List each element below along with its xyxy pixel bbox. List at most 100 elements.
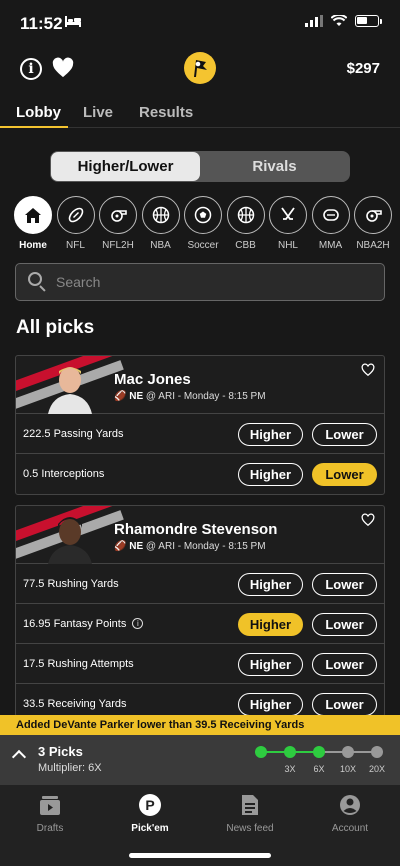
soccer-ball-icon xyxy=(184,196,222,234)
player-avatar xyxy=(44,510,96,564)
nav-label: Account xyxy=(331,823,369,834)
bottom-nav: Drafts P Pick'em News feed Account xyxy=(0,785,400,866)
sport-label: NBA xyxy=(150,240,171,251)
search-box xyxy=(15,263,385,301)
sport-mma[interactable]: MMA xyxy=(311,196,350,256)
whistle-icon xyxy=(99,196,137,234)
higher-button[interactable]: Higher xyxy=(238,653,303,676)
higher-button[interactable]: Higher xyxy=(238,693,303,716)
progress-step xyxy=(255,746,267,758)
favorite-heart-icon[interactable] xyxy=(361,513,375,527)
svg-text:P: P xyxy=(145,797,154,813)
picks-summary-bar[interactable]: 3 Picks Multiplier: 6X 3X 6X 10X 20X xyxy=(0,735,400,785)
nav-drafts[interactable]: Drafts xyxy=(0,793,100,834)
nav-pickem[interactable]: P Pick'em xyxy=(100,793,200,834)
sleep-mode-icon xyxy=(65,16,81,27)
prop-label: 0.5 Interceptions xyxy=(23,468,105,480)
sport-home[interactable]: Home xyxy=(14,196,52,256)
prop-row: 222.5 Passing Yards Higher Lower xyxy=(16,414,384,454)
sport-label: CBB xyxy=(235,240,256,251)
player-card-header: Rhamondre Stevenson 🏈 NE @ ARI - Monday … xyxy=(16,506,384,564)
favorites-heart-icon[interactable] xyxy=(52,57,74,79)
basketball-icon xyxy=(141,196,180,234)
player-card: Rhamondre Stevenson 🏈 NE @ ARI - Monday … xyxy=(15,505,385,717)
multiplier-text: Multiplier: 6X xyxy=(38,762,102,774)
lower-button[interactable]: Lower xyxy=(312,573,377,596)
whistle-icon xyxy=(354,196,392,234)
info-icon[interactable]: i xyxy=(20,58,42,80)
progress-step-label: 3X xyxy=(284,764,296,774)
sport-cbb[interactable]: CBB xyxy=(226,196,265,256)
home-indicator xyxy=(129,853,271,858)
player-name: Mac Jones xyxy=(114,371,191,388)
nav-account[interactable]: Account xyxy=(300,793,400,834)
sport-label: Home xyxy=(19,240,47,251)
prop-label: 17.5 Rushing Attempts xyxy=(23,657,134,670)
nav-news-feed[interactable]: News feed xyxy=(200,793,300,834)
prop-row: 17.5 Rushing Attempts Higher Lower xyxy=(16,644,384,684)
sports-filter: Home NFL NFL2H NBA Soccer CBB NHL MMA NB… xyxy=(14,196,400,256)
tab-lobby[interactable]: Lobby xyxy=(16,104,61,121)
account-balance[interactable]: $297 xyxy=(347,60,380,77)
player-card: Mac Jones 🏈 NE @ ARI - Monday - 8:15 PM … xyxy=(15,355,385,495)
basketball-icon xyxy=(226,196,265,234)
sport-label: Soccer xyxy=(187,240,219,251)
nav-label: Pick'em xyxy=(131,823,169,834)
prop-row: 33.5 Receiving Yards Higher Lower xyxy=(16,684,384,717)
rivals-mode-button[interactable]: Rivals xyxy=(200,152,349,181)
nav-label: News feed xyxy=(226,823,274,834)
prop-label: 222.5 Passing Yards xyxy=(23,427,124,440)
sport-nhl[interactable]: NHL xyxy=(269,196,307,256)
prop-label: 16.95 Fantasy Points i xyxy=(23,618,144,630)
lower-button[interactable]: Lower xyxy=(312,423,377,446)
account-icon xyxy=(338,793,362,817)
multiplier-progress: 3X 6X 10X 20X xyxy=(253,746,388,780)
home-icon xyxy=(14,196,52,234)
status-bar: 11:52 xyxy=(0,0,400,46)
favorite-heart-icon[interactable] xyxy=(361,363,375,377)
sport-soccer[interactable]: Soccer xyxy=(184,196,222,256)
sport-nba[interactable]: NBA xyxy=(141,196,180,256)
game-mode-toggle: Higher/Lower Rivals xyxy=(50,151,350,182)
progress-step-label: 10X xyxy=(339,764,356,774)
drafts-icon xyxy=(38,793,62,817)
search-input[interactable] xyxy=(56,274,356,290)
lower-button[interactable]: Lower xyxy=(312,693,377,716)
info-icon[interactable]: i xyxy=(132,618,144,630)
sport-label: NFL xyxy=(66,240,85,251)
tab-results[interactable]: Results xyxy=(139,104,193,121)
pick-added-toast: Added DeVante Parker lower than 39.5 Rec… xyxy=(0,715,400,735)
sport-nfl[interactable]: NFL xyxy=(56,196,95,256)
hockey-sticks-icon xyxy=(269,196,307,234)
nav-label: Drafts xyxy=(36,823,64,834)
sport-label: NFL2H xyxy=(102,240,134,251)
higher-button[interactable]: Higher xyxy=(238,463,303,486)
progress-step xyxy=(284,746,296,758)
battery-icon xyxy=(355,15,382,27)
cellular-signal-icon xyxy=(305,15,323,27)
active-tab-indicator xyxy=(0,126,68,128)
progress-step-label: 20X xyxy=(368,764,385,774)
sport-nba2h[interactable]: NBA2H xyxy=(354,196,392,256)
chevron-up-icon[interactable] xyxy=(11,749,27,765)
higher-lower-mode-button[interactable]: Higher/Lower xyxy=(51,152,200,181)
player-card-header: Mac Jones 🏈 NE @ ARI - Monday - 8:15 PM xyxy=(16,356,384,414)
main-tabs: Lobby Live Results xyxy=(0,100,400,128)
search-icon xyxy=(28,272,48,292)
lower-button[interactable]: Lower xyxy=(312,613,377,636)
higher-button[interactable]: Higher xyxy=(238,573,303,596)
tab-live[interactable]: Live xyxy=(83,104,113,121)
sport-label: NHL xyxy=(277,240,298,251)
prop-row: 77.5 Rushing Yards Higher Lower xyxy=(16,564,384,604)
player-name: Rhamondre Stevenson xyxy=(114,521,278,538)
higher-button[interactable]: Higher xyxy=(238,423,303,446)
sport-nfl2h[interactable]: NFL2H xyxy=(99,196,137,256)
lower-button[interactable]: Lower xyxy=(312,463,377,486)
progress-step xyxy=(313,746,325,758)
higher-button[interactable]: Higher xyxy=(238,613,303,636)
lower-button[interactable]: Lower xyxy=(312,653,377,676)
picks-count: 3 Picks xyxy=(38,744,83,759)
prop-label: 77.5 Rushing Yards xyxy=(23,577,119,590)
status-icons xyxy=(305,15,382,27)
progress-step-label: 6X xyxy=(313,764,325,774)
